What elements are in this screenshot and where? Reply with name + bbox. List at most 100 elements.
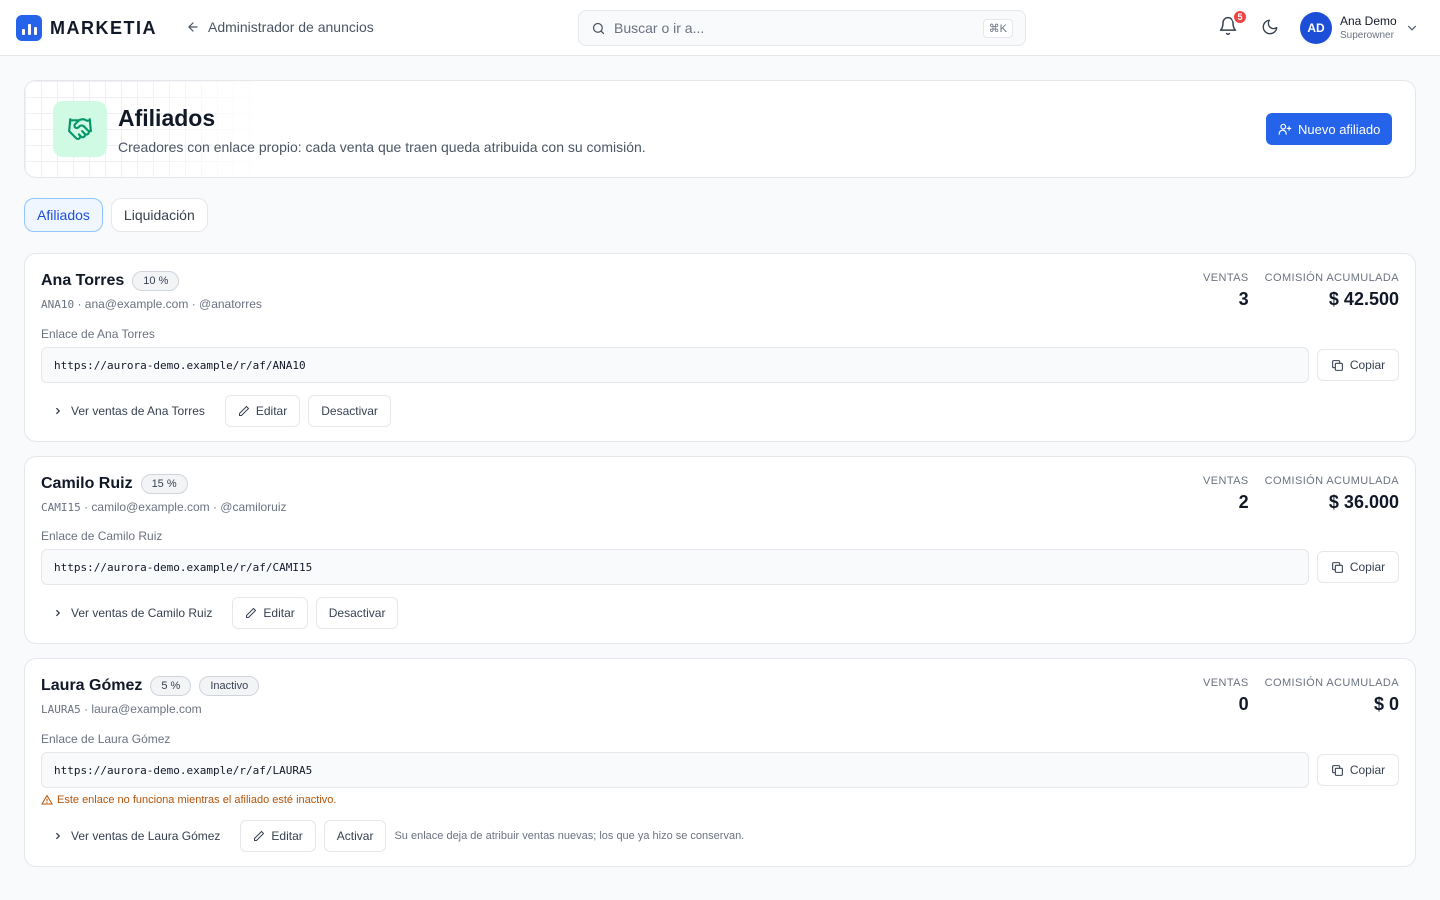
commission-value: $ 42.500 [1328,289,1399,309]
back-link[interactable]: Administrador de anuncios [186,19,374,35]
deactivate-button[interactable]: Desactivar [315,597,399,629]
inactive-warning: Este enlace no funciona mientras el afil… [41,794,336,806]
edit-label: Editar [263,606,295,620]
affiliate-link-field[interactable]: https://aurora-demo.example/r/af/ANA10 [41,347,1309,383]
notifications-button[interactable]: 5 [1218,9,1248,40]
search-shortcut: ⌘K [982,18,1013,38]
sales-label: VENTAS [1203,475,1249,487]
affiliate-code: LAURA5 [41,703,81,716]
view-sales-toggle[interactable]: Ver ventas de Camilo Ruiz [41,597,224,629]
brand-name: MARKETIA [50,17,157,38]
tab-settlement[interactable]: Liquidación [110,198,208,232]
pencil-icon [238,405,250,416]
tab-affiliates[interactable]: Afiliados [24,198,103,232]
sales-value: 2 [1238,492,1249,512]
link-label: Enlace de Laura Gómez [41,732,171,746]
commission-label: COMISIÓN ACUMULADA [1264,677,1399,689]
view-sales-toggle[interactable]: Ver ventas de Laura Gómez [41,820,232,852]
affiliate-meta: CAMI15 · camilo@example.com · @camilorui… [41,500,287,514]
edit-label: Editar [255,404,288,418]
notifications-badge: 5 [1232,9,1248,25]
pencil-icon [246,607,257,618]
activate-button[interactable]: Activar [323,820,387,852]
edit-label: Editar [271,829,303,843]
toggle-hint: Su enlace deja de atribuir ventas nuevas… [394,830,745,842]
affiliate-card: Camilo Ruiz 15 % CAMI15 · camilo@example… [24,456,1416,644]
chart-bars-icon [16,15,42,41]
affiliate-contact: · ana@example.com · @anatorres [74,297,262,311]
chevron-right-icon [56,832,61,840]
chevron-right-icon [56,609,61,617]
warning-icon [41,794,53,805]
sales-label: VENTAS [1203,272,1249,284]
page-header: Afiliados Creadores con enlace propio: c… [24,80,1416,178]
copy-link-button[interactable]: Copiar [1317,754,1399,786]
commission-value: $ 0 [1373,694,1399,714]
deactivate-button[interactable]: Desactivar [308,395,391,427]
copy-link-button[interactable]: Copiar [1317,551,1399,583]
tab-bar: Afiliados Liquidación [24,198,208,232]
link-label: Enlace de Ana Torres [41,327,155,341]
affiliate-contact: · laura@example.com [80,702,202,716]
affiliate-code: ANA10 [41,298,75,311]
search-input[interactable] [614,20,983,36]
chevron-right-icon [56,407,61,415]
affiliate-link-field[interactable]: https://aurora-demo.example/r/af/CAMI15 [41,549,1309,585]
affiliate-card: Ana Torres 10 % ANA10 · ana@example.com … [24,253,1416,442]
sales-value: 3 [1238,289,1249,309]
new-affiliate-label: Nuevo afiliado [1298,121,1381,137]
avatar: AD [1300,12,1332,44]
affiliate-name: Ana Torres [41,272,125,289]
new-affiliate-button[interactable]: Nuevo afiliado [1266,113,1393,145]
affiliate-contact: · camilo@example.com · @camiloruiz [80,500,287,514]
top-bar: MARKETIA Administrador de anuncios ⌘K 5 … [0,0,1440,56]
view-sales-label: Ver ventas de Laura Gómez [71,829,221,843]
pencil-icon [254,830,265,841]
commission-rate-badge: 15 % [140,474,188,494]
copy-icon [1331,764,1343,776]
brand-logo[interactable]: MARKETIA [16,15,157,41]
status-badge: Inactivo [199,676,260,696]
user-menu[interactable]: AD Ana Demo Superowner [1300,12,1419,44]
user-plus-icon [1278,123,1292,135]
copy-link-button[interactable]: Copiar [1317,349,1399,381]
moon-icon [1262,19,1278,35]
edit-button[interactable]: Editar [232,597,308,629]
theme-toggle[interactable] [1261,18,1279,39]
copy-icon [1331,561,1343,573]
edit-button[interactable]: Editar [240,820,316,852]
arrow-left-icon [188,22,198,32]
copy-icon [1331,359,1343,371]
affiliate-name: Laura Gómez [41,677,143,694]
affiliate-link-field[interactable]: https://aurora-demo.example/r/af/LAURA5 [41,752,1309,788]
commission-rate-badge: 10 % [132,271,180,291]
affiliate-meta: LAURA5 · laura@example.com [41,702,202,716]
affiliate-code: CAMI15 [41,501,81,514]
inactive-warning-text: Este enlace no funciona mientras el afil… [57,794,337,806]
chevron-down-icon [1407,25,1416,31]
search-icon [592,22,605,34]
view-sales-label: Ver ventas de Ana Torres [71,404,205,418]
handshake-icon [53,101,107,157]
commission-rate-badge: 5 % [150,676,192,696]
commission-label: COMISIÓN ACUMULADA [1264,272,1399,284]
edit-button[interactable]: Editar [224,395,301,427]
affiliate-name: Camilo Ruiz [41,475,133,492]
global-search[interactable]: ⌘K [578,10,1026,46]
affiliate-meta: ANA10 · ana@example.com · @anatorres [41,297,262,311]
back-link-label: Administrador de anuncios [208,19,374,35]
page-title: Afiliados [118,105,216,131]
sales-value: 0 [1238,694,1249,714]
sales-label: VENTAS [1203,677,1249,689]
commission-label: COMISIÓN ACUMULADA [1264,475,1399,487]
copy-label: Copiar [1349,358,1386,372]
copy-label: Copiar [1349,763,1386,777]
page-subtitle: Creadores con enlace propio: cada venta … [118,139,646,155]
commission-value: $ 36.000 [1328,492,1399,512]
user-name: Ana Demo [1340,14,1397,28]
view-sales-label: Ver ventas de Camilo Ruiz [71,606,213,620]
copy-label: Copiar [1349,560,1386,574]
affiliate-card: Laura Gómez 5 % Inactivo LAURA5 · laura@… [24,658,1416,867]
view-sales-toggle[interactable]: Ver ventas de Ana Torres [41,395,217,427]
link-label: Enlace de Camilo Ruiz [41,529,163,543]
